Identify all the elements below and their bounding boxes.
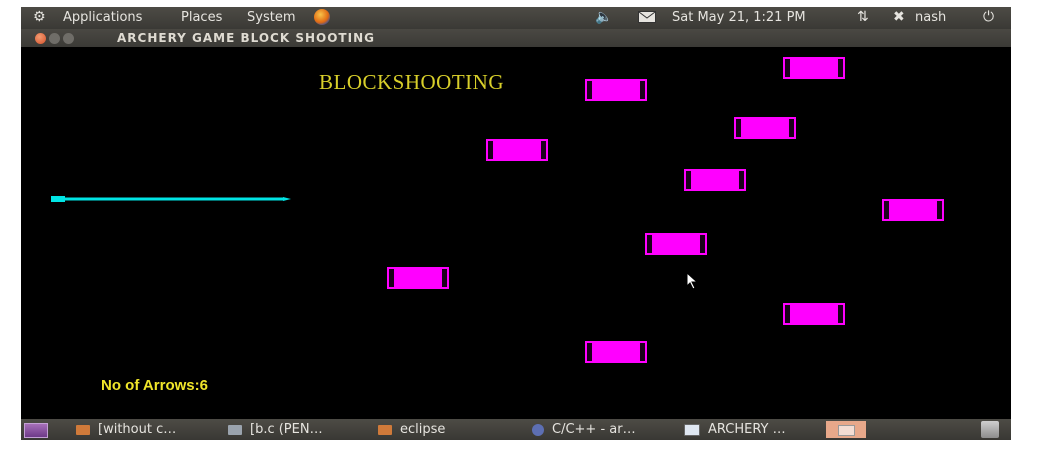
folder-icon [76,424,90,435]
target-block [684,169,746,191]
user-status-icon[interactable]: ✖ [893,9,905,25]
target-block [734,117,796,139]
window-titlebar[interactable]: ARCHERY GAME BLOCK SHOOTING [21,29,1011,47]
places-menu[interactable]: Places [181,10,222,25]
power-icon[interactable]: ⏻ [983,9,994,25]
clock[interactable]: Sat May 21, 1:21 PM [672,10,806,25]
top-panel: ⚙ Applications Places System 🔈 Sat May 2… [21,7,1011,29]
arrow [51,196,291,202]
target-block [486,139,548,161]
taskbar-item[interactable]: [b.c (PEN… [228,419,323,440]
text-editor-icon [228,424,242,435]
maximize-window-button[interactable] [63,33,74,44]
window-icon [684,423,700,436]
ubuntu-logo-icon[interactable]: ⚙ [33,9,46,25]
target-block [387,267,449,289]
user-name[interactable]: nash [915,10,946,25]
mouse-pointer-icon [686,272,699,290]
show-desktop-icon[interactable] [24,423,48,438]
trash-icon[interactable] [981,421,999,438]
workspace-switcher[interactable] [826,421,866,438]
game-canvas[interactable]: BLOCKSHOOTING No of Arrows:6 [21,47,1011,419]
volume-icon[interactable]: 🔈 [595,9,612,25]
screen: ⚙ Applications Places System 🔈 Sat May 2… [21,7,1011,440]
window-title: ARCHERY GAME BLOCK SHOOTING [117,31,375,45]
target-block [585,341,647,363]
close-window-button[interactable] [35,33,46,44]
firefox-icon[interactable] [314,9,330,25]
target-block [882,199,944,221]
bottom-taskbar: [without c… [b.c (PEN… eclipse C/C++ - a… [21,419,1011,440]
arrows-remaining-label: No of Arrows:6 [101,377,208,394]
game-title: BLOCKSHOOTING [319,70,504,94]
system-menu[interactable]: System [247,10,295,25]
mail-icon[interactable] [638,11,656,27]
minimize-window-button[interactable] [49,33,60,44]
target-block [783,57,845,79]
target-block [645,233,707,255]
folder-icon [378,424,392,435]
target-block [783,303,845,325]
taskbar-item[interactable]: C/C++ - ar… [532,419,636,440]
target-block [585,79,647,101]
taskbar-item-active[interactable]: ARCHERY … [684,419,786,440]
eclipse-icon [532,423,544,436]
network-icon[interactable]: ⇅ [857,9,869,25]
taskbar-item[interactable]: eclipse [378,419,445,440]
applications-menu[interactable]: Applications [63,10,142,25]
taskbar-item[interactable]: [without c… [76,419,176,440]
